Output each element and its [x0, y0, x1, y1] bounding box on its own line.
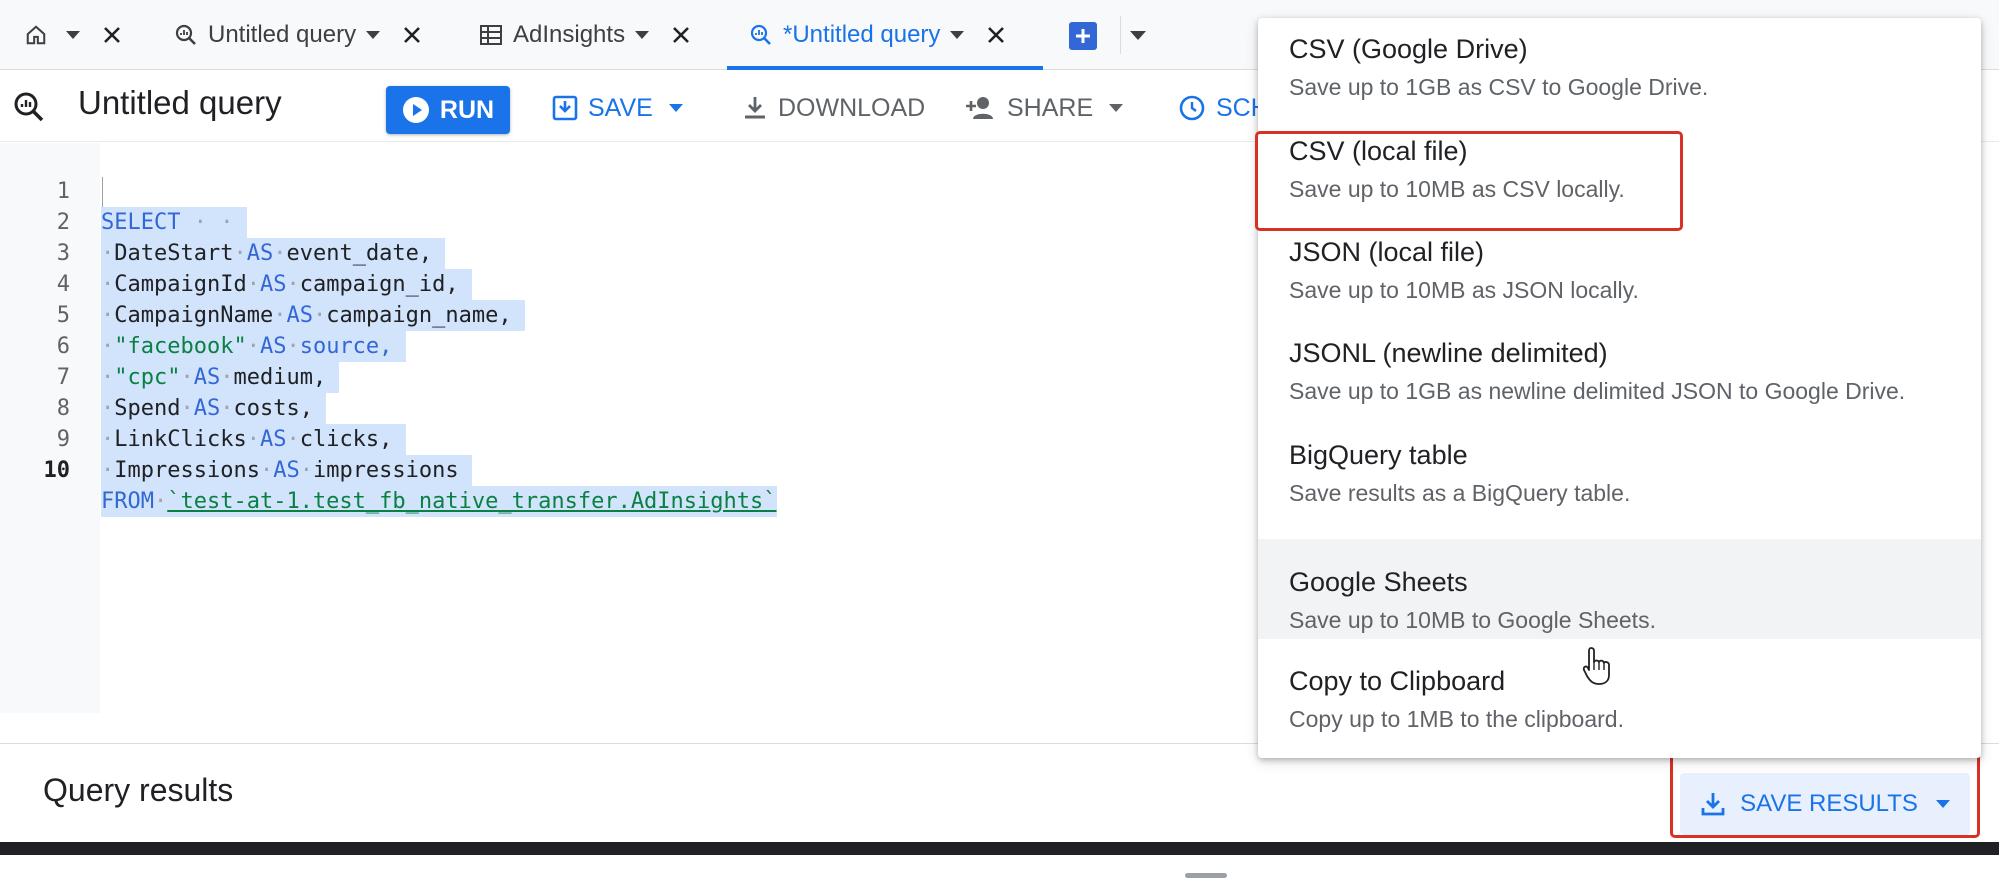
chevron-down-icon[interactable] — [950, 31, 965, 39]
menu-item-google-sheets[interactable]: Google Sheets Save up to 10MB to Google … — [1258, 539, 1981, 639]
code-line: 4 ·CampaignName·AS·campaign_name, — [0, 238, 1260, 331]
code-line: 2 ·DateStart·AS·event_date, — [0, 176, 1260, 269]
query-icon — [14, 92, 44, 122]
save-results-label: SAVE RESULTS — [1740, 790, 1918, 817]
menu-item-description: Save up to 10MB as CSV locally. — [1289, 176, 1625, 202]
share-button[interactable]: SHARE — [965, 84, 1124, 132]
menu-item-title: CSV (Google Drive) — [1289, 34, 1528, 64]
query-icon — [747, 21, 775, 49]
table-icon — [477, 21, 505, 49]
tab-label: Untitled query — [208, 21, 357, 48]
download-icon — [1701, 793, 1725, 816]
menu-item-json-local-file[interactable]: JSON (local file) Save up to 10MB as JSO… — [1258, 221, 1981, 321]
chevron-down-icon — [1935, 800, 1950, 808]
download-icon — [745, 97, 765, 119]
plus-icon — [1076, 29, 1090, 43]
tab-label: *Untitled query — [783, 21, 941, 48]
tab-overflow-chevron-icon[interactable] — [1130, 31, 1146, 40]
hand-pointer-icon — [1582, 647, 1610, 685]
save-results-button[interactable]: SAVE RESULTS — [1680, 773, 1970, 835]
line-number: 10 — [43, 458, 71, 483]
code-line: 1 SELECT · · — [0, 145, 1260, 238]
query-icon — [172, 21, 200, 49]
code-line: 8 ·LinkClicks·AS·clicks, — [0, 362, 1260, 455]
menu-item-title: BigQuery table — [1289, 440, 1468, 470]
download-button[interactable]: DOWNLOAD — [742, 84, 925, 132]
chevron-down-icon[interactable] — [366, 31, 381, 39]
chevron-down-icon[interactable] — [1109, 104, 1124, 112]
bottom-edge — [0, 842, 1999, 855]
menu-item-title: JSON (local file) — [1289, 237, 1485, 267]
run-button[interactable]: RUN — [386, 86, 510, 134]
chevron-down-icon[interactable] — [668, 104, 683, 112]
add-person-icon — [966, 97, 993, 119]
code-line: 5 ·"facebook"·AS·source, — [0, 269, 1260, 362]
code-line: 10 FROM·`test-at-1.test_fb_native_transf… — [0, 424, 1260, 517]
sql-keyword: AS — [273, 458, 300, 483]
download-label: DOWNLOAD — [778, 93, 926, 122]
share-label: SHARE — [1007, 93, 1094, 122]
menu-item-title: JSONL (newline delimited) — [1289, 338, 1608, 368]
close-icon[interactable] — [98, 21, 126, 49]
home-icon — [22, 21, 50, 49]
chevron-down-icon[interactable] — [66, 31, 80, 39]
tab-divider — [1120, 16, 1121, 54]
menu-item-description: Save up to 1GB as newline delimited JSON… — [1289, 378, 1906, 404]
close-icon[interactable] — [398, 21, 426, 49]
menu-item-bigquery-table[interactable]: BigQuery table Save results as a BigQuer… — [1258, 424, 1981, 524]
menu-item-csv-google-drive[interactable]: CSV (Google Drive) Save up to 1GB as CSV… — [1258, 18, 1981, 118]
sql-identifier: Impressions — [114, 458, 260, 483]
code-line: 6 ·"cpc"·AS·medium, — [0, 300, 1260, 393]
tab-home[interactable] — [22, 0, 126, 70]
menu-item-title: Google Sheets — [1289, 567, 1468, 597]
schedule-button[interactable]: SCH — [1178, 84, 1269, 132]
close-icon[interactable] — [667, 21, 695, 49]
save-results-menu: CSV (Google Drive) Save up to 1GB as CSV… — [1258, 18, 1981, 758]
save-label: SAVE — [588, 93, 653, 122]
menu-item-description: Copy up to 1MB to the clipboard. — [1289, 706, 1624, 732]
tab-active-untitled-query[interactable]: *Untitled query — [727, 0, 1043, 70]
code-line: 3 ·CampaignId·AS·campaign_id, — [0, 207, 1260, 300]
save-icon — [552, 95, 578, 121]
menu-item-description: Save results as a BigQuery table. — [1289, 480, 1631, 506]
run-label: RUN — [439, 95, 495, 124]
menu-item-copy-to-clipboard[interactable]: Copy to Clipboard Copy up to 1MB to the … — [1258, 640, 1981, 740]
chevron-down-icon[interactable] — [635, 31, 650, 39]
menu-item-description: Save up to 1GB as CSV to Google Drive. — [1289, 74, 1709, 100]
play-icon — [402, 97, 429, 123]
menu-item-description: Save up to 10MB as JSON locally. — [1289, 277, 1639, 303]
close-icon[interactable] — [982, 21, 1010, 49]
menu-item-title: Copy to Clipboard — [1289, 666, 1506, 696]
results-title: Query results — [43, 772, 234, 808]
new-tab-button[interactable] — [1069, 22, 1097, 50]
sql-table-reference[interactable]: `test-at-1.test_fb_native_transfer.AdIns… — [167, 489, 776, 514]
code-line: 9 ·Impressions·AS·impressions — [0, 393, 1260, 486]
menu-item-title: CSV (local file) — [1289, 136, 1468, 166]
tab-untitled-query[interactable]: Untitled query — [172, 0, 426, 70]
tab-label: AdInsights — [513, 21, 626, 48]
menu-item-csv-local-file[interactable]: CSV (local file) Save up to 10MB as CSV … — [1258, 120, 1981, 220]
save-button[interactable]: SAVE — [552, 84, 683, 132]
code-line: 7 ·Spend·AS·costs, — [0, 331, 1260, 424]
tab-adinsights[interactable]: AdInsights — [477, 0, 695, 70]
clock-icon — [1179, 95, 1205, 121]
menu-item-description: Save up to 10MB to Google Sheets. — [1289, 607, 1656, 633]
editor-resize-handle[interactable] — [1185, 873, 1227, 878]
sql-keyword: FROM — [101, 489, 154, 514]
menu-item-jsonl[interactable]: JSONL (newline delimited) Save up to 1GB… — [1258, 322, 1981, 422]
page-title: Untitled query — [78, 84, 282, 121]
sql-alias: impressions — [312, 458, 459, 483]
